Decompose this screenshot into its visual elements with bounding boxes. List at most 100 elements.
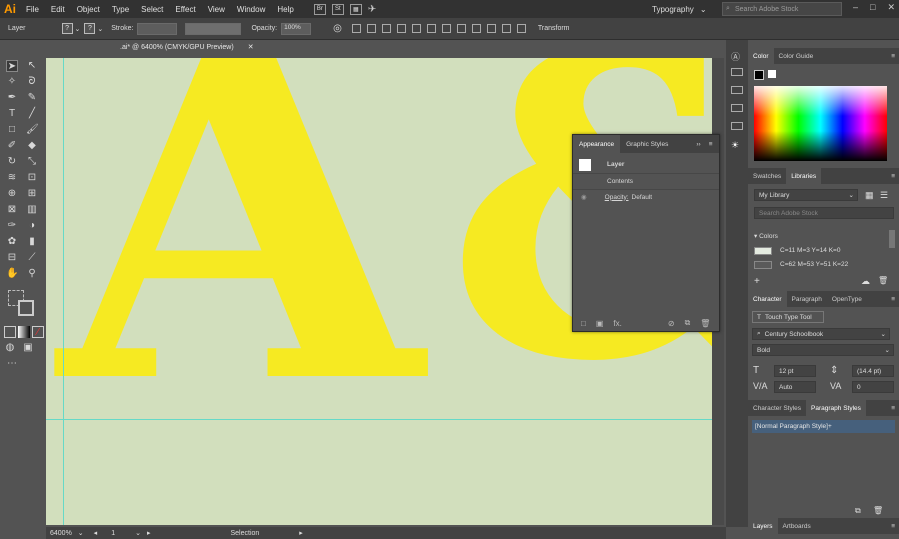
stroke-swatch[interactable]: ? bbox=[84, 23, 96, 34]
type-tool-icon[interactable]: T bbox=[6, 108, 18, 120]
maximize-icon[interactable]: □ bbox=[870, 2, 875, 13]
workspace-switcher[interactable]: Typography ⌄ bbox=[652, 2, 712, 16]
slice-tool-icon[interactable]: ⟋ bbox=[26, 252, 38, 264]
lasso-tool-icon[interactable]: ᘐ bbox=[26, 76, 38, 88]
symbol-sprayer-tool-icon[interactable]: ✿ bbox=[6, 236, 18, 248]
mesh-tool-icon[interactable]: ⊠ bbox=[6, 204, 18, 216]
zoom-tool-icon[interactable]: ⚲ bbox=[26, 268, 38, 280]
eyedropper-tool-icon[interactable]: ✑ bbox=[6, 220, 18, 232]
add-content-icon[interactable]: + bbox=[754, 276, 760, 287]
draw-mode-icon[interactable]: ◍ bbox=[4, 342, 16, 354]
line-tool-icon[interactable]: ╱ bbox=[26, 108, 38, 120]
curvature-tool-icon[interactable]: ✎ bbox=[26, 92, 38, 104]
rotate-tool-icon[interactable]: ↻ bbox=[6, 156, 18, 168]
menu-window[interactable]: Window bbox=[231, 5, 271, 14]
tab-appearance[interactable]: Appearance bbox=[573, 135, 621, 153]
menu-type[interactable]: Type bbox=[106, 5, 135, 14]
distribute-left-icon[interactable] bbox=[486, 24, 496, 33]
selection-tool-icon[interactable]: ➤ bbox=[6, 60, 18, 72]
appearance-contents-row[interactable]: Contents bbox=[573, 173, 719, 188]
fill-swatch[interactable]: ? bbox=[61, 23, 73, 34]
gpu-performance-icon[interactable]: ✈ bbox=[368, 4, 376, 15]
collapse-icon[interactable]: ›› bbox=[696, 141, 700, 148]
document-tab[interactable]: .ai* @ 6400% (CMYK/GPU Preview) ✕ bbox=[46, 40, 256, 56]
graph-tool-icon[interactable]: ▮ bbox=[26, 236, 38, 248]
panel-menu-icon[interactable]: ≡ bbox=[891, 523, 895, 530]
eraser-tool-icon[interactable]: ◆ bbox=[26, 140, 38, 152]
zoom-level[interactable]: 6400% bbox=[50, 530, 72, 537]
trash-icon[interactable]: 🗑 bbox=[700, 319, 710, 328]
menu-edit[interactable]: Edit bbox=[45, 5, 71, 14]
panel-menu-icon[interactable]: ≡ bbox=[891, 173, 895, 180]
paintbrush-tool-icon[interactable]: 🖌 bbox=[26, 124, 39, 136]
clear-appearance-icon[interactable]: ⊘ bbox=[668, 319, 675, 328]
chevron-down-icon[interactable]: ⌄ bbox=[135, 529, 141, 537]
tab-artboards[interactable]: Artboards bbox=[778, 518, 816, 534]
tab-libraries[interactable]: Libraries bbox=[786, 168, 822, 184]
search-stock-input[interactable]: ⌕ Search Adobe Stock bbox=[722, 2, 842, 16]
pen-tool-icon[interactable]: ✒ bbox=[6, 92, 18, 104]
align-bottom-icon[interactable] bbox=[426, 24, 436, 33]
close-icon[interactable]: ✕ bbox=[887, 2, 895, 13]
library-select[interactable]: My Library ⌄ bbox=[754, 189, 858, 201]
menu-select[interactable]: Select bbox=[135, 5, 169, 14]
previous-artboard-icon[interactable]: ◂ bbox=[94, 529, 98, 537]
distribute-right-icon[interactable] bbox=[516, 24, 526, 33]
appearance-opacity-label[interactable]: Opacity: bbox=[605, 194, 629, 201]
tab-graphic-styles[interactable]: Graphic Styles bbox=[620, 135, 674, 153]
gradient-mode-icon[interactable] bbox=[18, 326, 30, 338]
tab-paragraph[interactable]: Paragraph bbox=[787, 291, 827, 307]
leading-field[interactable]: (14.4 pt) bbox=[852, 365, 894, 377]
hand-tool-icon[interactable]: ✋ bbox=[6, 268, 18, 280]
opacity-field[interactable]: 100% bbox=[281, 22, 312, 35]
glyph-a[interactable]: A bbox=[58, 58, 423, 446]
sun-icon[interactable]: ☀ bbox=[731, 140, 743, 150]
list-view-icon[interactable]: ☰ bbox=[880, 190, 888, 201]
align-right-icon[interactable] bbox=[381, 24, 391, 33]
direct-selection-tool-icon[interactable]: ↖ bbox=[26, 60, 38, 72]
paragraph-style-row[interactable]: [Normal Paragraph Style]+ bbox=[752, 420, 895, 433]
tab-paragraph-styles[interactable]: Paragraph Styles bbox=[806, 400, 866, 416]
screen-mode-icon[interactable]: ▣ bbox=[22, 342, 34, 354]
library-scrollbar[interactable] bbox=[889, 230, 895, 248]
tab-opentype[interactable]: OpenType bbox=[827, 291, 867, 307]
trash-icon[interactable]: 🗑 bbox=[878, 276, 888, 285]
arrange-documents-icon[interactable]: ▦ bbox=[349, 3, 362, 15]
menu-help[interactable]: Help bbox=[271, 5, 299, 14]
minimize-icon[interactable]: – bbox=[853, 2, 858, 13]
tab-swatches[interactable]: Swatches bbox=[748, 168, 786, 184]
chevron-down-icon[interactable]: ⌄ bbox=[97, 25, 103, 33]
scale-tool-icon[interactable]: ⤡ bbox=[26, 156, 38, 168]
bridge-icon[interactable]: Br bbox=[313, 3, 326, 15]
stroke-weight-field[interactable] bbox=[137, 22, 178, 35]
more-tools-icon[interactable]: ⋯ bbox=[6, 358, 18, 370]
tab-character[interactable]: Character bbox=[748, 291, 787, 307]
distribute-bottom-icon[interactable] bbox=[471, 24, 481, 33]
align-center-icon[interactable] bbox=[366, 24, 376, 33]
gradient-tool-icon[interactable]: ▥ bbox=[26, 204, 38, 216]
tab-color-guide[interactable]: Color Guide bbox=[774, 48, 819, 64]
font-family-select[interactable]: ⌕ Century Schoolbook ⌄ bbox=[752, 328, 890, 340]
shape-builder-tool-icon[interactable]: ⊕ bbox=[6, 188, 18, 200]
panel-menu-icon[interactable]: ≡ bbox=[709, 141, 713, 148]
artboard-number[interactable]: 1 bbox=[111, 530, 115, 537]
none-mode-icon[interactable]: ⁄ bbox=[32, 326, 44, 338]
menu-effect[interactable]: Effect bbox=[169, 5, 201, 14]
chevron-down-icon[interactable]: ⌄ bbox=[78, 529, 84, 537]
menu-view[interactable]: View bbox=[202, 5, 231, 14]
visibility-eye-icon[interactable]: ◉ bbox=[581, 193, 587, 201]
distribute-center-icon[interactable] bbox=[501, 24, 511, 33]
transform-link[interactable]: Transform bbox=[538, 25, 570, 32]
close-tab-icon[interactable]: ✕ bbox=[248, 43, 254, 51]
blend-tool-icon[interactable]: ◑ bbox=[26, 220, 38, 232]
white-swatch[interactable] bbox=[768, 70, 776, 78]
appearance-layer-row[interactable]: Layer bbox=[573, 157, 719, 172]
colors-heading[interactable]: ▾ Colors bbox=[754, 232, 778, 240]
new-style-icon[interactable]: ⧉ bbox=[855, 506, 861, 516]
shaper-tool-icon[interactable]: ✐ bbox=[6, 140, 18, 152]
align-panel-icon[interactable] bbox=[731, 68, 743, 76]
tab-color[interactable]: Color bbox=[748, 48, 774, 64]
width-tool-icon[interactable]: ≋ bbox=[6, 172, 18, 184]
free-transform-tool-icon[interactable]: ⊡ bbox=[26, 172, 38, 184]
distribute-middle-icon[interactable] bbox=[456, 24, 466, 33]
